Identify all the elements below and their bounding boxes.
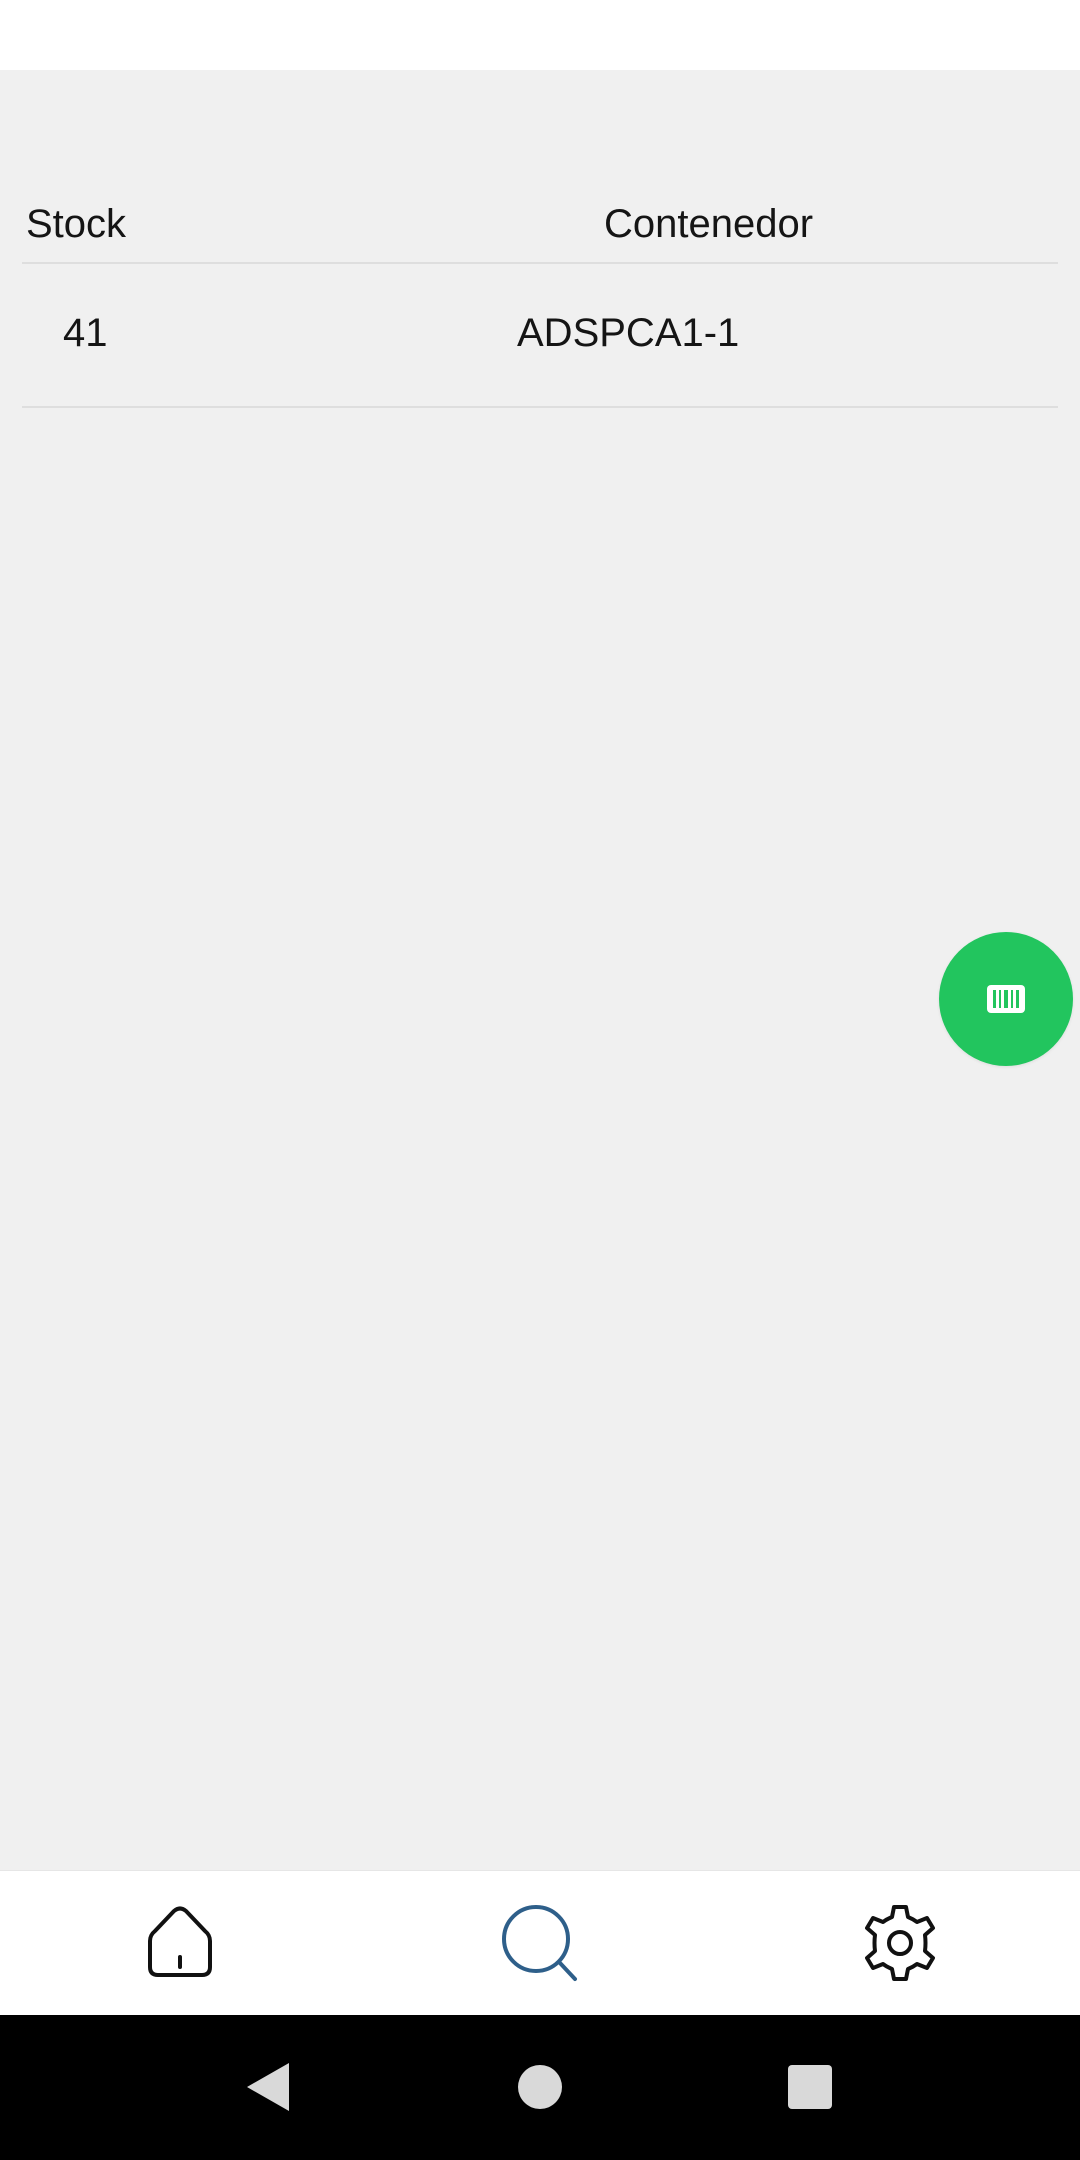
nav-home-button[interactable]	[130, 1893, 230, 1993]
cell-stock: 41	[63, 311, 108, 355]
system-home-button[interactable]	[504, 2051, 576, 2123]
back-triangle-icon	[247, 2063, 289, 2111]
home-circle-icon	[518, 2065, 562, 2109]
stock-table: Stock Contenedor 41 ADSPCA1-1	[22, 150, 1058, 408]
system-back-button[interactable]	[232, 2051, 304, 2123]
system-navigation-bar	[0, 2015, 1080, 2160]
column-header-stock: Stock	[26, 202, 127, 246]
cell-container: ADSPCA1-1	[517, 311, 740, 355]
home-icon	[148, 1906, 212, 1977]
status-bar	[0, 0, 1080, 70]
gear-icon	[865, 1905, 935, 1981]
nav-settings-button[interactable]	[850, 1893, 950, 1993]
scan-barcode-button[interactable]	[939, 932, 1073, 1066]
recents-square-icon	[788, 2065, 832, 2109]
table-header: Stock Contenedor	[22, 150, 1058, 264]
column-header-container: Contenedor	[604, 202, 814, 246]
main-content: Stock Contenedor 41 ADSPCA1-1	[0, 70, 1080, 1870]
table-row[interactable]: 41 ADSPCA1-1	[22, 264, 1058, 408]
search-icon	[502, 1905, 577, 1981]
nav-search-button[interactable]	[490, 1893, 590, 1993]
barcode-icon	[987, 985, 1025, 1013]
system-recents-button[interactable]	[774, 2051, 846, 2123]
bottom-navigation	[0, 1870, 1080, 2016]
